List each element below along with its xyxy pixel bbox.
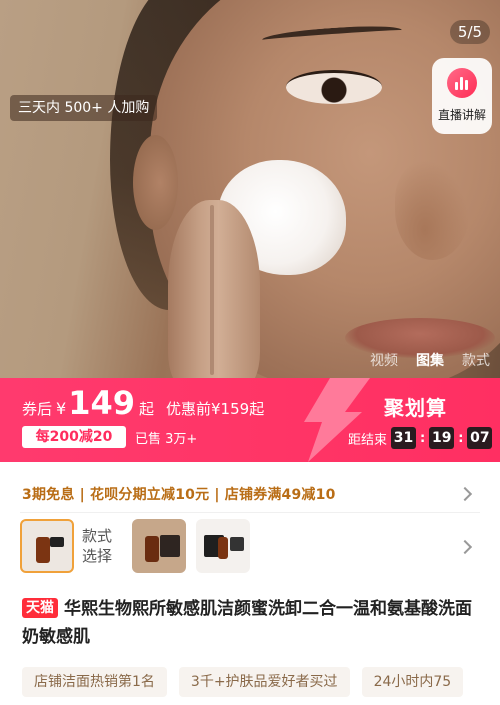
sold-count: 已售 3万+: [135, 432, 198, 447]
payment-perks[interactable]: 3期免息 | 花呗分期立减10元 | 店铺券满49减10: [22, 484, 336, 504]
tmall-badge: 天猫: [22, 598, 58, 618]
price-suffix: 起: [139, 400, 155, 418]
media-tabs: 视频 图集 款式: [370, 350, 490, 370]
coupon-badge[interactable]: 每200减20: [22, 426, 126, 448]
price-prefix: 券后: [22, 400, 53, 418]
variant-selector[interactable]: 款式 选择: [20, 519, 260, 573]
recent-buyers-badge: 三天内 500+ 人加购: [10, 95, 158, 121]
live-explain-label: 直播讲解: [437, 108, 486, 122]
product-page: 5/5 直播讲解 三天内 500+ 人加购 视频 图集 款式 券后 ¥ 149 …: [0, 0, 500, 705]
product-hero-image[interactable]: 5/5 直播讲解 三天内 500+ 人加购 视频 图集 款式: [0, 0, 500, 378]
countdown-minutes: 19: [429, 427, 455, 449]
hero-ear: [133, 135, 178, 230]
variant-thumb-3[interactable]: [196, 519, 250, 573]
variant-thumb-1[interactable]: [20, 519, 74, 573]
countdown-seconds: 07: [467, 427, 493, 449]
variant-thumb-2[interactable]: [132, 519, 186, 573]
countdown: 距结束 31 : 19 : 07: [348, 427, 493, 449]
tab-styles[interactable]: 款式: [462, 350, 490, 370]
variants-chevron-right-icon[interactable]: [457, 539, 473, 555]
hero-finger-crease: [210, 205, 214, 375]
image-counter: 5/5: [450, 20, 490, 44]
product-title-text: 华熙生物熙所敏感肌洁颜蜜洗卸二合一温和氨基酸洗面奶敏感肌: [22, 599, 472, 647]
tab-video[interactable]: 视频: [370, 350, 398, 370]
hero-eye: [286, 70, 382, 104]
tab-gallery[interactable]: 图集: [416, 350, 444, 370]
campaign-label: 聚划算: [384, 396, 447, 420]
sale-price: 149: [68, 384, 135, 422]
lightning-bolt-icon: [304, 378, 370, 462]
countdown-hours: 31: [391, 427, 417, 449]
perks-chevron-right-icon[interactable]: [457, 486, 473, 502]
product-title: 天猫 华熙生物熙所敏感肌洁颜蜜洗卸二合一温和氨基酸洗面奶敏感肌: [22, 595, 482, 651]
live-bars-icon: [447, 68, 477, 98]
hero-nose: [395, 160, 470, 260]
hero-hand: [168, 200, 260, 378]
countdown-label: 距结束: [348, 432, 388, 448]
promo-band: 券后 ¥ 149 起 优惠前¥159起 每200减20 已售 3万+ 聚划算 距…: [0, 378, 500, 462]
price-row: 券后 ¥ 149 起 优惠前¥159起: [22, 384, 264, 422]
currency-symbol: ¥: [56, 399, 67, 418]
tag-24h[interactable]: 24小时内75: [361, 667, 464, 697]
variant-label: 款式 选择: [82, 527, 113, 565]
original-price: 优惠前¥159起: [166, 400, 265, 418]
product-tags: 店铺洁面热销第1名 3千+护肤品爱好者买过 24小时内75: [22, 667, 464, 697]
tag-bestseller[interactable]: 店铺洁面热销第1名: [22, 667, 167, 697]
live-explain-button[interactable]: 直播讲解: [432, 58, 492, 134]
tag-buyers[interactable]: 3千+护肤品爱好者买过: [178, 667, 350, 697]
divider: [20, 512, 480, 513]
